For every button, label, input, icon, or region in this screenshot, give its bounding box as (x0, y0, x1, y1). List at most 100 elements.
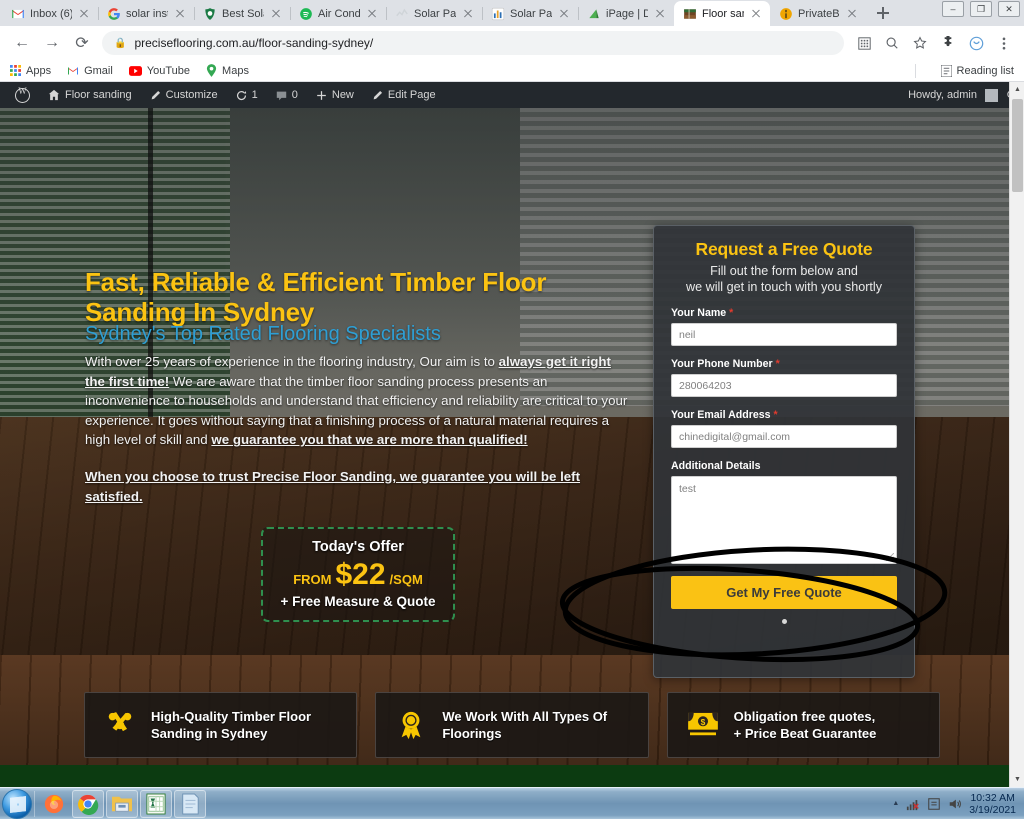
scrollbar-thumb[interactable] (1012, 99, 1023, 192)
firefox-icon (44, 794, 64, 813)
browser-tab-5[interactable]: Solar Pane (482, 1, 579, 26)
email-field[interactable]: chinedigital@gmail.com (671, 425, 897, 448)
profile-icon[interactable] (964, 31, 988, 55)
bookmark-youtube[interactable]: YouTube (128, 65, 190, 77)
browser-tab-3[interactable]: Air Conditi (290, 1, 387, 26)
updates-icon (236, 90, 246, 100)
scroll-down-arrow[interactable]: ▼ (1010, 772, 1024, 787)
network-icon[interactable] (906, 797, 920, 811)
show-hidden-icons-arrow[interactable]: ▲ (892, 800, 899, 807)
wp-updates[interactable]: 1 (227, 82, 267, 108)
close-tab-icon[interactable] (77, 7, 91, 21)
search-icon[interactable] (880, 31, 904, 55)
carousel-dot[interactable] (781, 619, 787, 624)
chart-icon (491, 7, 505, 20)
close-window-button[interactable]: ✕ (998, 1, 1020, 17)
grid-icon[interactable] (852, 31, 876, 55)
reload-button[interactable]: ⟳ (68, 29, 96, 57)
close-tab-icon[interactable] (173, 7, 187, 21)
wp-howdy-label[interactable]: Howdy, admin (908, 89, 977, 101)
lock-icon: 🔒 (114, 37, 127, 49)
page-viewport: Floor sanding Customize 1 0 New Edit Pag… (0, 82, 1024, 787)
menu-icon[interactable] (992, 31, 1016, 55)
close-tab-icon[interactable] (269, 7, 283, 21)
bookmark-maps[interactable]: Maps (206, 64, 249, 77)
maximize-button[interactable]: ❐ (970, 1, 992, 17)
browser-tab-4[interactable]: Solar Pane (386, 1, 483, 26)
volume-icon[interactable] (948, 797, 962, 811)
address-bar[interactable]: 🔒 preciseflooring.com.au/floor-sanding-s… (102, 31, 844, 55)
spotify-icon (300, 7, 312, 20)
tab-strip: Inbox (6) - solar instal Best Solar Air … (0, 0, 1024, 26)
taskbar-clock[interactable]: 10:32 AM 3/19/2021 (969, 792, 1016, 816)
feature-line-1: High-Quality Timber Floor (151, 709, 312, 724)
browser-tab-2[interactable]: Best Solar (194, 1, 291, 26)
feature-box-0[interactable]: High-Quality Timber Floor Sanding in Syd… (84, 692, 358, 758)
details-field-label: Additional Details (671, 460, 761, 472)
extensions-icon[interactable] (936, 31, 960, 55)
close-tab-icon[interactable] (845, 7, 859, 21)
page-scrollbar[interactable]: ▲ ▼ (1009, 82, 1024, 787)
action-center-icon[interactable] (927, 797, 941, 811)
tab-label: PrivateBin (798, 7, 840, 20)
avatar[interactable] (985, 88, 998, 102)
browser-tab-6[interactable]: iPage | Dom (578, 1, 675, 26)
back-button[interactable]: ← (8, 29, 36, 57)
wp-edit-page[interactable]: Edit Page (363, 82, 445, 108)
submit-quote-button[interactable]: Get My Free Quote (671, 576, 897, 609)
reading-list-button[interactable]: Reading list (940, 64, 1014, 77)
taskbar-excel[interactable] (140, 789, 172, 818)
browser-tab-8[interactable]: PrivateBin (770, 1, 866, 26)
close-tab-icon[interactable] (461, 7, 475, 21)
phone-field[interactable]: 280064203 (671, 374, 897, 397)
feature-box-2[interactable]: $ Obligation free quotes, + Price Beat G… (666, 692, 940, 758)
site-icon (684, 8, 696, 19)
additional-details-textarea[interactable]: test (671, 476, 897, 564)
start-button[interactable] (2, 788, 32, 819)
wp-admin-bar-right: Howdy, admin (908, 88, 1018, 102)
bookmark-apps[interactable]: Apps (10, 65, 51, 77)
minimize-button[interactable]: – (942, 1, 964, 17)
browser-tab-1[interactable]: solar instal (98, 1, 195, 26)
wp-item-label: 1 (251, 89, 258, 101)
maps-pin-icon (206, 64, 217, 77)
p1-part-a: With over 25 years of experience in the … (85, 354, 499, 369)
feature-line-1: Obligation free quotes, (733, 709, 876, 724)
tab-label: Floor sandi (702, 7, 744, 20)
feature-text: High-Quality Timber Floor Sanding in Syd… (151, 708, 311, 742)
close-tab-icon[interactable] (365, 7, 379, 21)
chrome-icon (78, 794, 99, 815)
taskbar-explorer[interactable] (106, 789, 138, 818)
pencil-icon (373, 90, 382, 99)
browser-tab-0[interactable]: Inbox (6) - (2, 1, 99, 26)
offer-from-label: FROM (293, 572, 332, 587)
wp-comments[interactable]: 0 (267, 82, 307, 108)
browser-tab-7-active[interactable]: Floor sandi (674, 1, 770, 26)
new-tab-button[interactable] (870, 0, 896, 26)
name-field[interactable]: neil (671, 323, 897, 346)
feature-box-1[interactable]: We Work With All Types Of Floorings (375, 692, 649, 758)
wp-item-label: 0 (291, 89, 298, 101)
tab-label: Inbox (6) - (30, 7, 72, 20)
money-icon: $ (686, 708, 720, 742)
taskbar-notepad[interactable] (174, 789, 206, 818)
scroll-up-arrow[interactable]: ▲ (1010, 82, 1024, 97)
close-tab-icon[interactable] (557, 7, 571, 21)
close-tab-icon[interactable] (749, 7, 763, 21)
bookmarks-bar: Apps Gmail YouTube Maps Reading list (0, 60, 1024, 82)
todays-offer-box: Today's Offer FROM $22 /SQM + Free Measu… (261, 527, 455, 622)
bookmark-gmail[interactable]: Gmail (67, 65, 113, 77)
label-text: Your Name (671, 307, 727, 319)
star-icon[interactable] (908, 31, 932, 55)
tools-icon (103, 708, 137, 742)
close-tab-icon[interactable] (653, 7, 667, 21)
wp-customize[interactable]: Customize (141, 82, 227, 108)
wp-site-name[interactable]: Floor sanding (39, 82, 141, 108)
taskbar-firefox[interactable] (38, 790, 70, 818)
forward-button[interactable]: → (38, 29, 66, 57)
taskbar-chrome[interactable] (72, 789, 104, 818)
form-subtitle: Fill out the form below and we will get … (671, 264, 897, 295)
label-text: Your Email Address (671, 409, 771, 421)
wp-new[interactable]: New (307, 82, 363, 108)
wp-logo-button[interactable] (6, 82, 39, 108)
